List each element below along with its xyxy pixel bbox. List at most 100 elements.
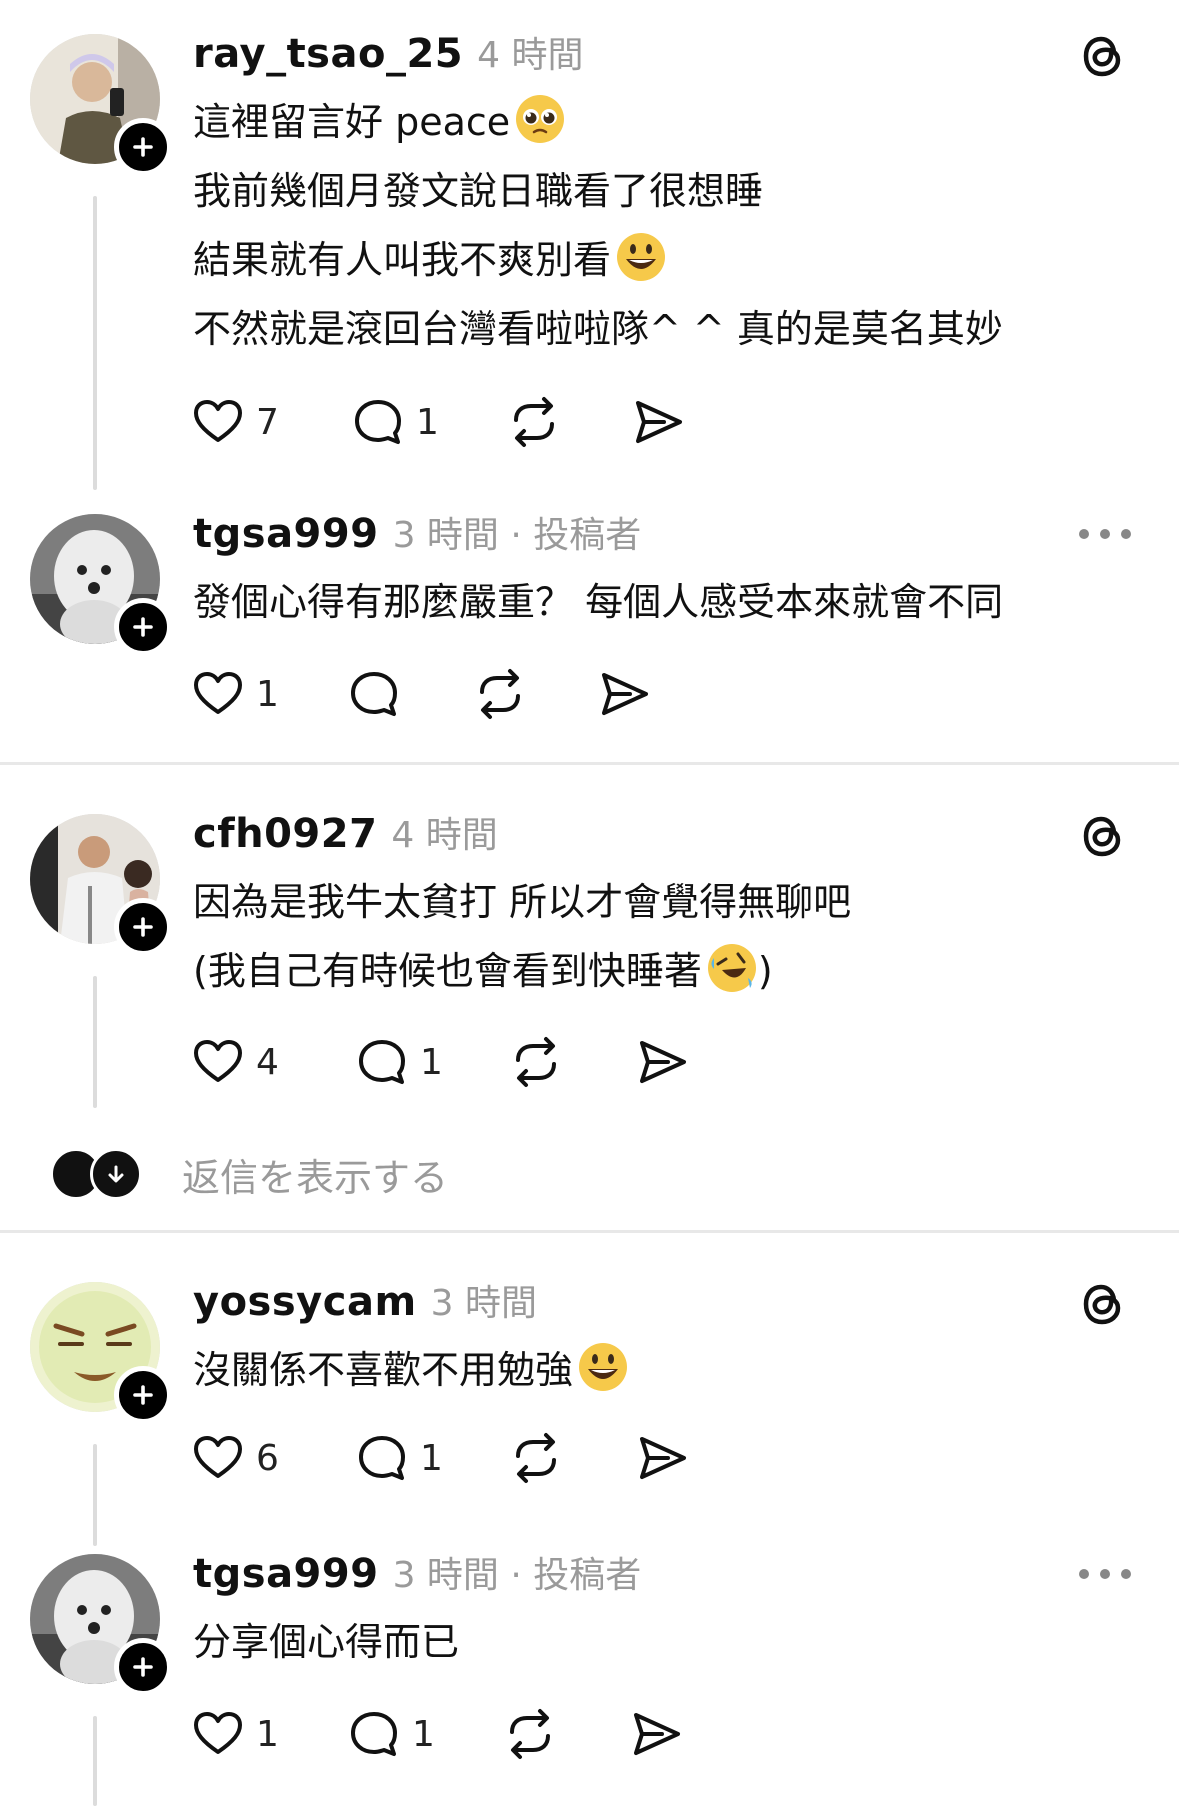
comment-icon [346,666,402,722]
reply-count: 1 [420,1041,443,1083]
thread-line [93,1716,97,1806]
text-line: 分享個心得而已 [193,1620,460,1664]
heart-icon [190,394,246,450]
post-text: 分享個心得而已 [193,1608,459,1677]
repost-button[interactable] [508,1428,564,1488]
plus-icon [131,915,155,939]
like-button[interactable]: 7 [190,392,279,452]
repost-button[interactable] [508,1032,564,1092]
arrow-down-icon [90,1148,142,1200]
username[interactable]: tgsa999 [193,1551,379,1597]
share-button[interactable] [628,1704,684,1764]
username[interactable]: ray_tsao_25 [193,31,463,77]
heart-icon [190,1034,246,1090]
pleading-face-emoji [514,93,566,145]
timestamp: 3 時間 [430,1283,537,1324]
timestamp: 4 時間 [391,815,498,856]
text-line: 沒關係不喜歡不用勉強 [193,1336,629,1405]
avatar[interactable] [30,514,172,656]
like-button[interactable]: 4 [190,1032,279,1092]
repost-button[interactable] [502,1704,558,1764]
reply-button[interactable]: 1 [346,1704,435,1764]
avatar[interactable] [30,1554,172,1696]
post-header: tgsa999 3 時間 · 投稿者 [193,506,641,562]
timestamp: 3 時間 · 投稿者 [392,515,642,556]
repost-button[interactable] [472,664,528,724]
plus-icon [131,615,155,639]
more-icon [1079,529,1089,539]
follow-button[interactable] [114,1366,172,1424]
send-icon [630,394,686,450]
text-line: 發個心得有那麼嚴重？ 每個人感受本來就會不同 [193,580,1004,624]
share-button[interactable] [630,392,686,452]
smiley-emoji [615,231,667,283]
post-header: yossycam 3 時間 [193,1274,537,1330]
like-count: 1 [256,1713,279,1755]
avatar[interactable] [30,34,172,176]
follow-button[interactable] [114,1638,172,1696]
follow-button[interactable] [114,118,172,176]
text-line: 結果就有人叫我不爽別看 [193,226,1003,295]
heart-icon [190,666,246,722]
more-options-button[interactable] [1079,524,1131,544]
share-button[interactable] [634,1032,690,1092]
threads-logo-icon[interactable] [1077,1278,1129,1330]
comment-icon [346,1706,402,1762]
follow-button[interactable] [114,598,172,656]
more-options-button[interactable] [1079,1564,1131,1584]
post-header: cfh0927 4 時間 [193,806,498,862]
avatar[interactable] [30,814,172,956]
reply-button[interactable]: 1 [354,1428,443,1488]
reply-button[interactable] [346,664,412,724]
like-count: 7 [256,401,279,443]
username[interactable]: yossycam [193,1279,417,1325]
post-header: tgsa999 3 時間 · 投稿者 [193,1546,641,1602]
repost-icon [508,1430,564,1486]
like-button[interactable]: 1 [190,664,279,724]
reply-avatars [50,1148,142,1200]
comment-icon [354,1430,410,1486]
timestamp: 3 時間 · 投稿者 [392,1555,642,1596]
username[interactable]: cfh0927 [193,811,377,857]
timestamp: 4 時間 [477,35,584,76]
thread-line [93,1444,97,1546]
comment-card: yossycam 3 時間 沒關係不喜歡不用勉強 6 1 [0,1268,1179,1546]
show-replies-button[interactable]: 返信を表示する [50,1144,448,1204]
like-button[interactable]: 6 [190,1428,279,1488]
send-icon [634,1430,690,1486]
comment-icon [350,394,406,450]
follow-button[interactable] [114,898,172,956]
plus-icon [131,135,155,159]
reply-button[interactable]: 1 [354,1032,443,1092]
reply-button[interactable]: 1 [350,392,439,452]
post-text: 發個心得有那麼嚴重？ 每個人感受本來就會不同 [193,568,1003,637]
send-icon [634,1034,690,1090]
username[interactable]: tgsa999 [193,511,379,557]
avatar[interactable] [30,1282,172,1424]
like-count: 6 [256,1437,279,1479]
share-button[interactable] [634,1428,690,1488]
post-text: 這裡留言好 peace 我前幾個月發文說日職看了很想睡 結果就有人叫我不爽別看 … [193,88,1003,364]
threads-logo-icon[interactable] [1077,810,1129,862]
rofl-emoji [706,942,758,994]
heart-icon [190,1430,246,1486]
post-text: 因為是我牛太貧打 所以才會覺得無聊吧 (我自己有時候也會看到快睡著) [193,868,851,1006]
comment-card: ray_tsao_25 4 時間 這裡留言好 peace 我前幾個月發文說日職看… [0,0,1179,490]
more-icon [1079,1569,1089,1579]
reply-count: 1 [416,401,439,443]
repost-icon [472,666,528,722]
divider [0,762,1179,765]
like-button[interactable]: 1 [190,1704,279,1764]
comment-icon [354,1034,410,1090]
text-line: 我前幾個月發文說日職看了很想睡 [193,169,764,213]
repost-icon [506,394,562,450]
post-text: 沒關係不喜歡不用勉強 [193,1336,629,1405]
show-replies-label: 返信を表示する [182,1155,449,1200]
repost-button[interactable] [506,392,562,452]
send-icon [628,1706,684,1762]
share-button[interactable] [596,664,652,724]
threads-logo-icon[interactable] [1077,30,1129,82]
comment-card: cfh0927 4 時間 因為是我牛太貧打 所以才會覺得無聊吧 (我自己有時候也… [0,800,1179,1108]
repost-icon [508,1034,564,1090]
divider [0,1230,1179,1233]
